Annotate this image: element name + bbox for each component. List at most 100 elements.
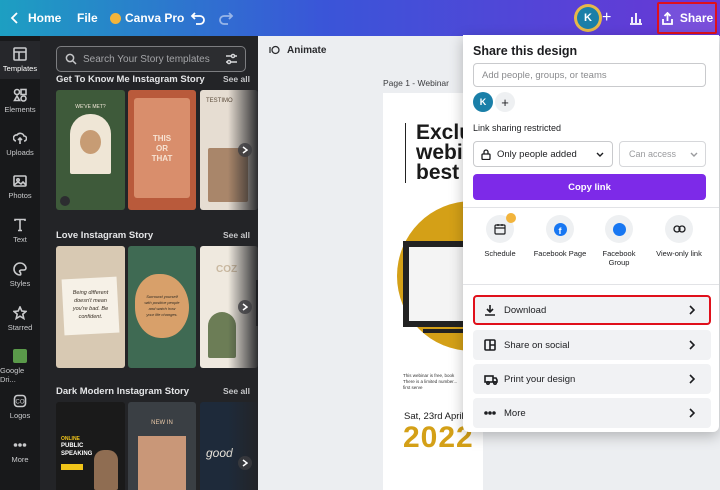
add-people-placeholder: Add people, groups, or teams	[482, 69, 607, 81]
page-accent-line	[405, 123, 406, 183]
facebook-group-option[interactable]: Facebook Group	[587, 215, 651, 267]
page-small-text-1: This webinar is free, book	[403, 373, 455, 378]
sidebar-label-more: More	[11, 455, 29, 464]
more-icon	[13, 443, 27, 447]
sidebar-label-elements: Elements	[4, 105, 36, 114]
sidebar-label-text: Text	[13, 235, 27, 244]
sidebar-label-logos: Logos	[9, 411, 31, 420]
facebook-group-label: Facebook Group	[602, 249, 636, 267]
sidebar-item-templates[interactable]: Templates	[0, 41, 40, 79]
schedule-option[interactable]: Schedule	[468, 213, 532, 258]
thumb-2-2-text-c: and watch how	[148, 306, 176, 311]
styles-icon	[13, 262, 27, 276]
access-dropdown[interactable]: Only people added	[473, 141, 613, 167]
uploads-icon	[13, 132, 27, 144]
redo-icon	[219, 12, 234, 25]
filter-sliders-icon[interactable]	[225, 53, 238, 65]
download-row[interactable]: Download	[473, 295, 711, 325]
facebook-page-option[interactable]: f Facebook Page	[528, 215, 592, 258]
can-access-dropdown[interactable]: Can access	[619, 141, 706, 167]
sidebar-item-more[interactable]: More	[0, 438, 40, 464]
truck-icon	[484, 374, 498, 385]
template-thumb-3-2[interactable]: NEW IN	[128, 402, 196, 490]
copy-link-button[interactable]: Copy link	[473, 174, 706, 200]
template-search-box[interactable]: Search Your Story templates	[56, 46, 246, 72]
thumb-3-1-text-a: ONLINE	[61, 436, 80, 442]
add-people-input[interactable]: Add people, groups, or teams	[473, 63, 706, 87]
link-sharing-label: Link sharing restricted	[473, 123, 562, 133]
template-thumb-3-1[interactable]: ONLINE PUBLIC SPEAKING	[56, 402, 125, 490]
sidebar-item-starred[interactable]: Starred	[0, 306, 40, 332]
svg-text:CO: CO	[16, 400, 25, 406]
thumb-2-2-text-b: with positive people	[144, 300, 180, 305]
facebook-group-circle	[605, 215, 633, 243]
chevron-down-icon	[690, 152, 698, 157]
home-button[interactable]: Home	[10, 0, 61, 36]
thumb-2-1-text-c: you're bad. Be	[72, 306, 109, 312]
chevron-right-icon	[242, 303, 248, 311]
carousel-fade	[228, 402, 258, 490]
plus-icon: +	[602, 9, 612, 26]
chevron-right-icon	[242, 146, 248, 154]
thumb-1-2-text-c: THAT	[151, 154, 173, 163]
template-thumb-2-2[interactable]: Surround yourself with positive people a…	[128, 246, 196, 368]
plus-icon: +	[501, 94, 509, 110]
sidebar-item-google-drive[interactable]: Google Dri...	[0, 349, 40, 384]
view-only-link-label: View-only link	[656, 249, 702, 258]
social-icon	[484, 339, 496, 351]
add-collaborator-button[interactable]: +	[602, 0, 611, 36]
thumb-2-1-text-d: confident.	[78, 314, 103, 320]
calendar-icon	[494, 224, 506, 235]
photos-icon	[13, 175, 27, 187]
more-row[interactable]: More	[473, 398, 711, 428]
template-thumb-1-1[interactable]: WE'VE MET?	[56, 90, 125, 210]
section-title-love: Love Instagram Story	[56, 230, 154, 241]
share-on-social-label: Share on social	[504, 339, 570, 351]
thumb-1-1-text: WE'VE MET?	[75, 104, 106, 110]
see-all-dark-modern[interactable]: See all	[223, 386, 250, 396]
elements-icon	[13, 88, 27, 102]
user-avatar: K	[577, 7, 599, 29]
chevron-right-icon	[689, 340, 695, 350]
chevron-right-icon	[689, 408, 695, 418]
search-icon	[65, 53, 77, 65]
section-title-dark-modern: Dark Modern Instagram Story	[56, 386, 190, 397]
share-on-social-row[interactable]: Share on social	[473, 330, 711, 360]
sidebar-item-logos[interactable]: CO Logos	[0, 394, 40, 420]
thumb-1-2-text-a: THIS	[152, 134, 172, 143]
thumb-3-1-text-c: SPEAKING	[61, 451, 93, 457]
view-only-link-option[interactable]: View-only link	[647, 215, 711, 258]
print-design-row[interactable]: Print your design	[473, 364, 711, 394]
see-all-get-to-know-me[interactable]: See all	[223, 74, 250, 84]
laptop-screen-image	[403, 241, 465, 327]
insights-button[interactable]	[628, 0, 644, 36]
upload-share-icon	[661, 11, 673, 25]
sidebar-item-text[interactable]: Text	[0, 218, 40, 244]
canva-pro-button[interactable]: Canva Pro	[110, 0, 184, 36]
sidebar-item-styles[interactable]: Styles	[0, 262, 40, 288]
collaborator-avatar[interactable]: K	[473, 92, 493, 112]
collaborator-avatar-letter: K	[479, 97, 487, 107]
undo-button[interactable]	[190, 0, 206, 36]
more-dots-icon	[484, 411, 496, 415]
carousel-next-button[interactable]	[238, 143, 252, 157]
carousel-next-button[interactable]	[238, 300, 252, 314]
redo-button[interactable]	[218, 0, 234, 36]
file-menu[interactable]: File	[77, 0, 98, 36]
template-thumb-1-2[interactable]: THIS OR THAT	[128, 90, 196, 210]
thumb-3-1-text-b: PUBLIC	[61, 443, 84, 449]
sidebar-item-elements[interactable]: Elements	[0, 88, 40, 114]
share-button[interactable]: Share	[657, 2, 717, 34]
sidebar-item-photos[interactable]: Photos	[0, 174, 40, 200]
home-label: Home	[28, 11, 62, 25]
carousel-next-button[interactable]	[238, 456, 252, 470]
see-all-love[interactable]: See all	[223, 230, 250, 240]
user-avatar-ring[interactable]: K	[574, 4, 602, 32]
schedule-label: Schedule	[484, 249, 516, 258]
animate-button[interactable]: Animate	[268, 38, 326, 62]
add-collaborator-circle[interactable]: +	[495, 92, 515, 112]
thumb-2-1-text-a: Being different	[72, 290, 109, 296]
template-thumb-2-1[interactable]: Being different doesn't mean you're bad.…	[56, 246, 125, 368]
sidebar-item-uploads[interactable]: Uploads	[0, 131, 40, 157]
thumb-3-1-person	[94, 450, 118, 490]
